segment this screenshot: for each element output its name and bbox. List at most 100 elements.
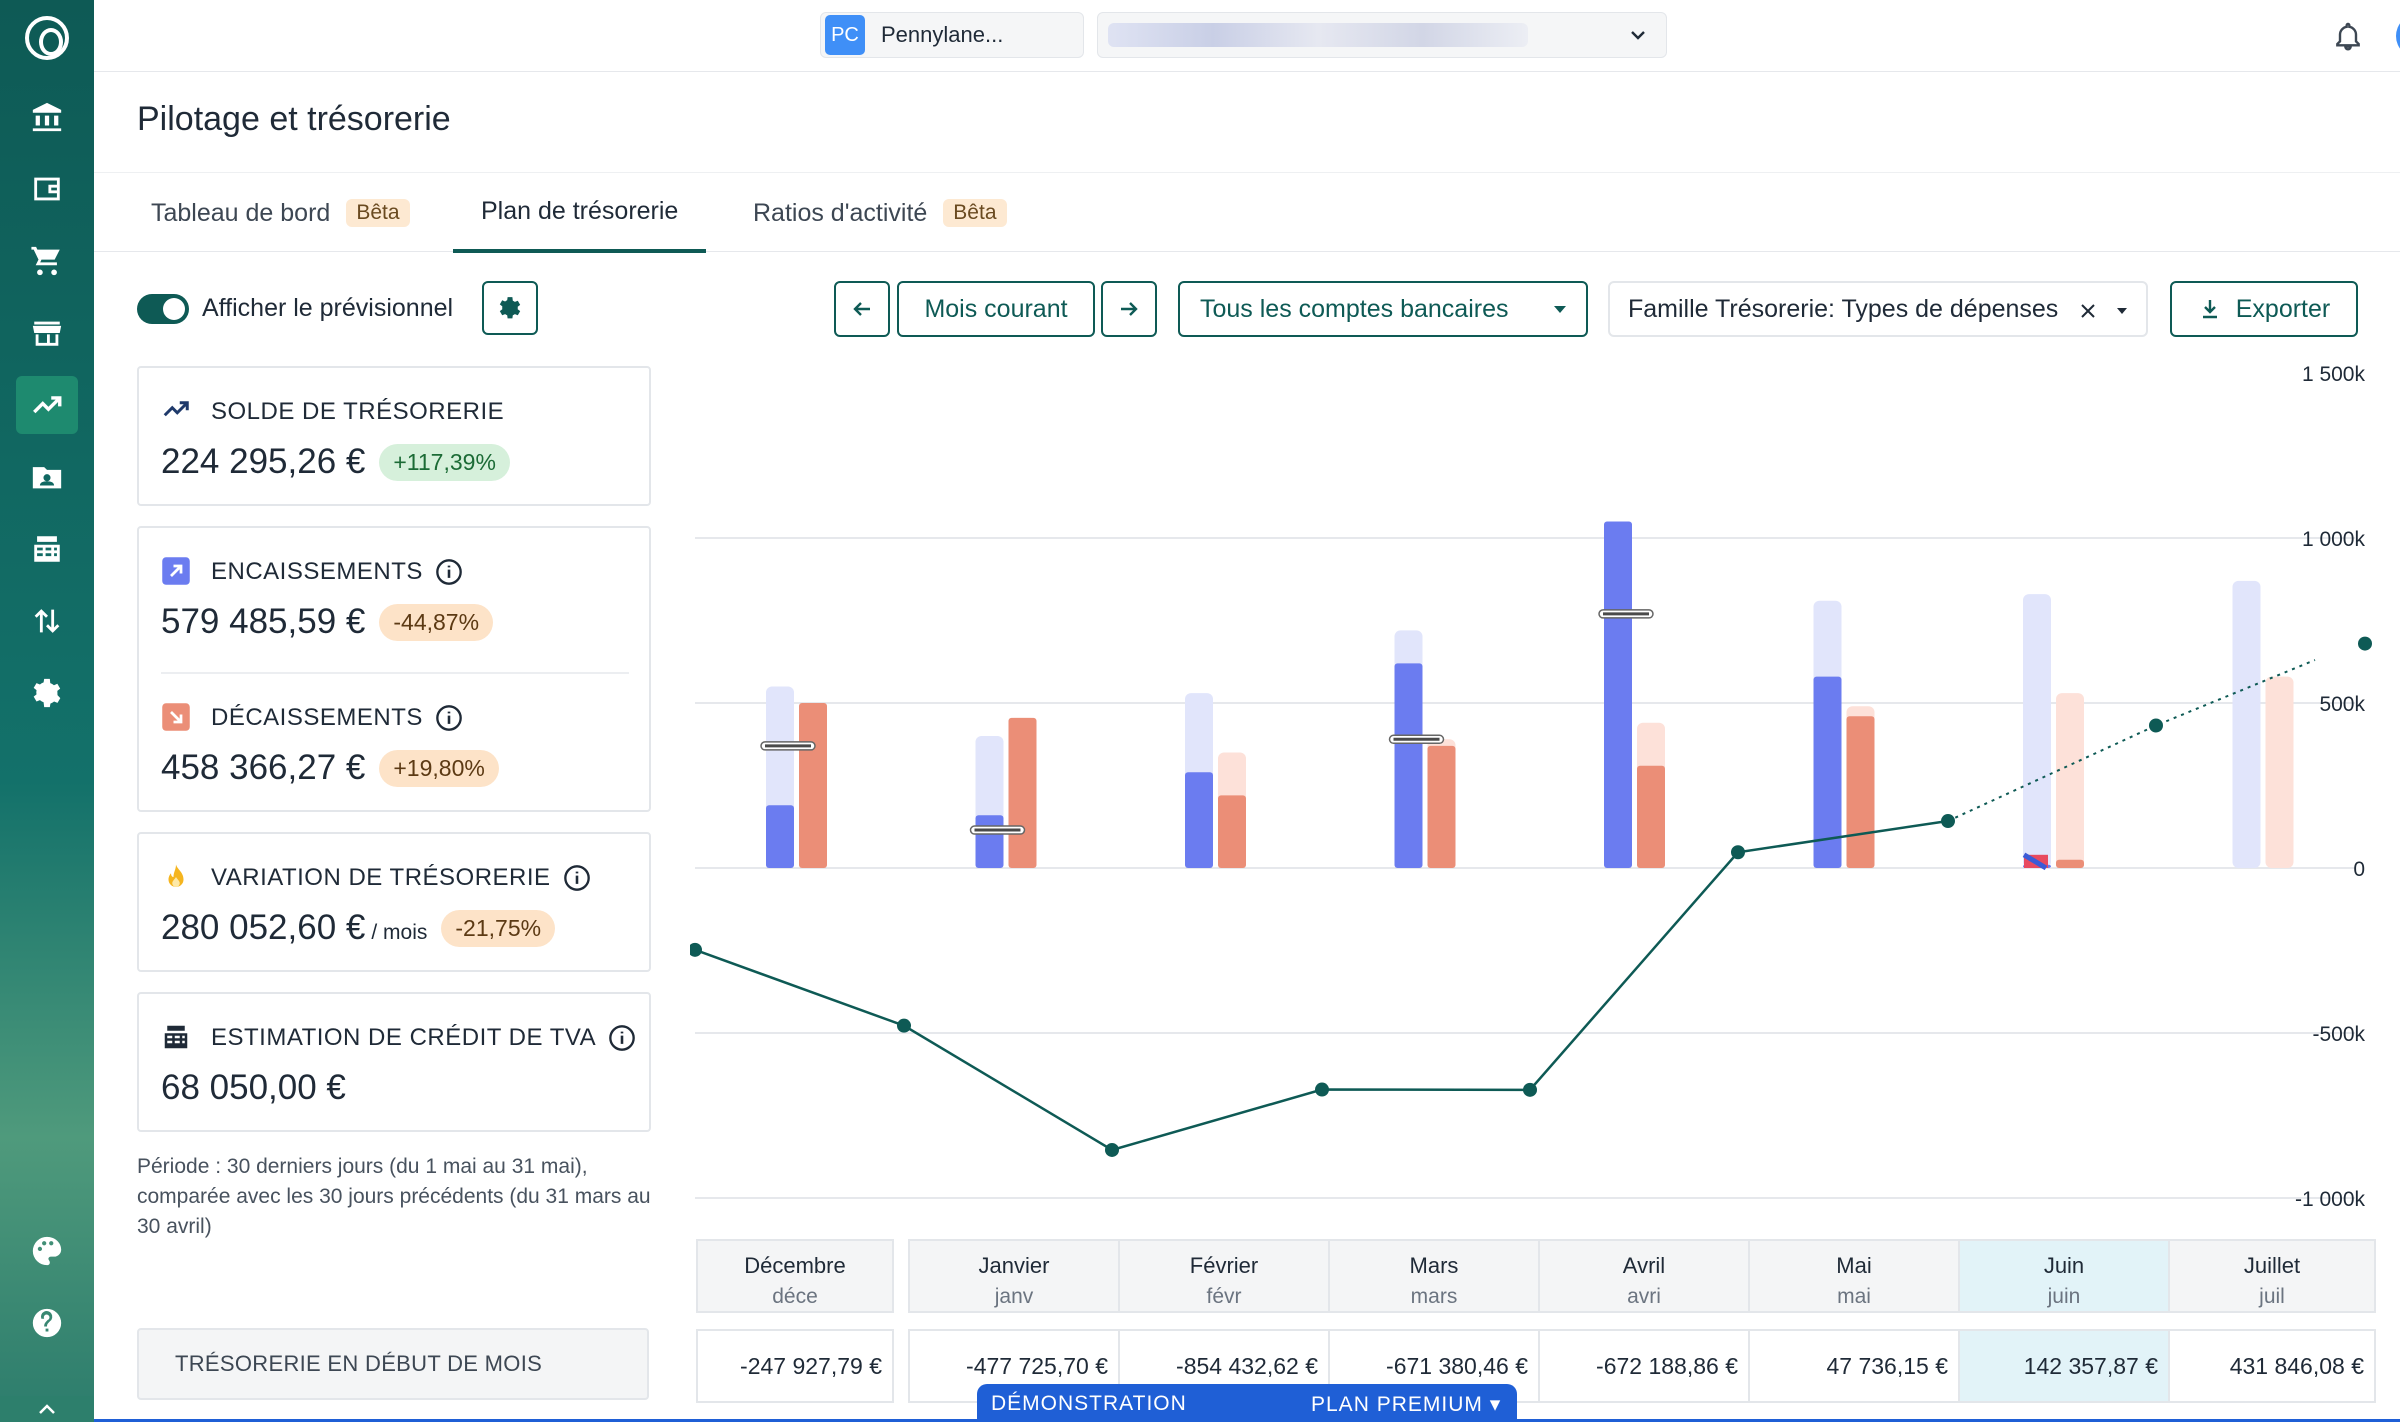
bar-decaissement — [799, 703, 827, 868]
help-icon[interactable] — [16, 1294, 78, 1352]
kpi-title: VARIATION DE TRÉSORERIE — [211, 864, 551, 891]
bar-encaissement — [1185, 772, 1213, 868]
month-header[interactable]: Juin juin — [1958, 1239, 2170, 1313]
kpi-title: ENCAISSEMENTS — [211, 558, 423, 585]
tresorerie-value-cell[interactable]: 47 736,15 € — [1748, 1329, 1960, 1403]
bar-decaissement-forecast — [2056, 693, 2084, 868]
kpi-title-tva: ESTIMATION DE CRÉDIT DE TVA — [211, 1024, 636, 1052]
kpi-change-badge: -21,75% — [441, 909, 556, 947]
flame-icon — [168, 864, 184, 887]
month-abbr: déce — [772, 1285, 818, 1308]
kpi-title-encaissements: ENCAISSEMENTS — [211, 558, 463, 586]
kpi-value: 458 366,27 € +19,80% — [161, 748, 499, 788]
card-solde-tresorerie: SOLDE DE TRÉSORERIE 224 295,26 € +117,39… — [137, 366, 651, 506]
account-selector[interactable] — [1097, 12, 1667, 58]
info-icon[interactable] — [435, 704, 463, 732]
tresorerie-value-cell[interactable]: 142 357,87 € — [1958, 1329, 2170, 1403]
tab-label: Tableau de bord — [151, 198, 331, 227]
current-month-button[interactable]: Mois courant — [897, 281, 1095, 337]
tresorerie-point — [690, 942, 702, 957]
collapse-sidebar-button[interactable] — [0, 1396, 94, 1422]
app-logo[interactable] — [25, 16, 69, 60]
bar-decaissement — [1218, 795, 1246, 868]
bell-icon[interactable] — [2332, 20, 2364, 52]
kpi-title: DÉCAISSEMENTS — [211, 704, 423, 731]
tab-plan-de-tresorerie[interactable]: Plan de trésorerie — [453, 173, 707, 253]
demo-banner[interactable]: DÉMONSTRATION PLAN PREMIUM ▾ — [977, 1384, 1517, 1422]
bank-accounts-label: Tous les comptes bancaires — [1200, 294, 1509, 323]
tresorerie-point — [1105, 1142, 1119, 1157]
month-name: Avril — [1622, 1253, 1666, 1278]
previous-month-button[interactable] — [834, 281, 890, 337]
wallet-icon[interactable] — [16, 160, 78, 218]
row-label-tresorerie-debut-mois: TRÉSORERIE EN DÉBUT DE MOIS — [137, 1328, 649, 1400]
month-name: Décembre — [744, 1253, 846, 1278]
settings-icon[interactable] — [16, 664, 78, 722]
bar-decaissement — [1637, 765, 1665, 868]
card-variation: VARIATION DE TRÉSORERIE 280 052,60 € / m… — [137, 832, 651, 972]
month-abbr: juil — [2259, 1285, 2285, 1308]
tresorerie-point — [1315, 1082, 1329, 1097]
info-icon[interactable] — [563, 864, 591, 892]
info-icon[interactable] — [608, 1024, 636, 1052]
user-avatar[interactable]: MC — [2396, 14, 2400, 58]
month-header[interactable]: Mai mai — [1748, 1239, 1960, 1313]
spreadsheet-icon[interactable] — [16, 520, 78, 578]
tresorerie-point — [2358, 636, 2372, 651]
kpi-change-badge: -44,87% — [379, 603, 494, 641]
bar-encaissement-forecast — [2232, 580, 2261, 868]
bank-accounts-dropdown[interactable]: Tous les comptes bancaires — [1178, 281, 1588, 337]
plan-label: PLAN PREMIUM ▾ — [1311, 1393, 1502, 1416]
divider — [161, 672, 629, 674]
tresorerie-point — [1941, 814, 1955, 829]
chevron-up-icon — [39, 1404, 55, 1414]
kpi-amount: 458 366,27 € — [161, 748, 366, 787]
month-header[interactable]: Juillet juil — [2168, 1239, 2376, 1313]
contacts-folder-icon[interactable] — [16, 448, 78, 506]
blurred-account-name — [1108, 23, 1528, 47]
kpi-amount: 68 050,00 € — [161, 1068, 346, 1107]
tresorerie-point — [897, 1018, 911, 1033]
tab-tableau-de-bord[interactable]: Tableau de bord Bêta — [151, 173, 410, 253]
sidebar — [0, 0, 94, 1422]
info-icon[interactable] — [435, 558, 463, 586]
family-filter-dropdown[interactable]: Famille Trésorerie: Types de dépenses — [1608, 281, 2148, 337]
month-abbr: févr — [1206, 1285, 1242, 1308]
company-selector[interactable]: PC Pennylane... — [820, 12, 1084, 58]
card-flux: ENCAISSEMENTS 579 485,59 € -44,87% DÉCAI… — [137, 526, 651, 812]
bar-decaissement — [1008, 717, 1037, 868]
month-header[interactable]: Janvier janv — [908, 1239, 1120, 1313]
tresorerie-value-cell[interactable]: -247 927,79 € — [696, 1329, 894, 1403]
tresorerie-value-cell[interactable]: -672 188,86 € — [1538, 1329, 1750, 1403]
company-name: Pennylane... — [881, 22, 1004, 47]
cart-icon[interactable] — [16, 232, 78, 290]
store-icon[interactable] — [16, 304, 78, 362]
bar-decaissement-forecast — [2265, 676, 2294, 868]
tresorerie-value-cell[interactable]: 431 846,08 € — [2168, 1329, 2376, 1403]
arrow-left-icon — [853, 302, 870, 316]
tresorerie-point — [1523, 1082, 1537, 1097]
arrow-down-right-icon — [162, 703, 190, 731]
palette-icon[interactable] — [16, 1222, 78, 1280]
export-button[interactable]: Exporter — [2170, 281, 2358, 337]
clear-icon[interactable] — [2078, 301, 2098, 321]
month-header[interactable]: Décembre déce — [696, 1239, 894, 1313]
transfer-icon[interactable] — [16, 592, 78, 650]
month-abbr: mars — [1410, 1285, 1458, 1308]
export-label: Exporter — [2235, 294, 2331, 323]
month-header[interactable]: Février févr — [1118, 1239, 1330, 1313]
month-name: Janvier — [978, 1253, 1050, 1278]
month-header[interactable]: Avril avri — [1538, 1239, 1750, 1313]
month-name: Février — [1189, 1253, 1259, 1278]
forecast-settings-button[interactable] — [482, 281, 538, 335]
trend-icon[interactable] — [16, 376, 78, 434]
tab-ratios-activite[interactable]: Ratios d'activité Bêta — [753, 173, 1007, 253]
next-month-button[interactable] — [1101, 281, 1157, 337]
forecast-toggle[interactable] — [137, 294, 189, 324]
bar-decaissement — [1427, 745, 1456, 868]
cashflow-chart: 1 500k 1 000k 500k 0 -500k -1 000k — [690, 363, 2372, 1210]
bank-icon[interactable] — [16, 88, 78, 146]
card-tva: ESTIMATION DE CRÉDIT DE TVA 68 050,00 € — [137, 992, 651, 1132]
kpi-value: 579 485,59 € -44,87% — [161, 602, 494, 642]
month-header[interactable]: Mars mars — [1328, 1239, 1540, 1313]
